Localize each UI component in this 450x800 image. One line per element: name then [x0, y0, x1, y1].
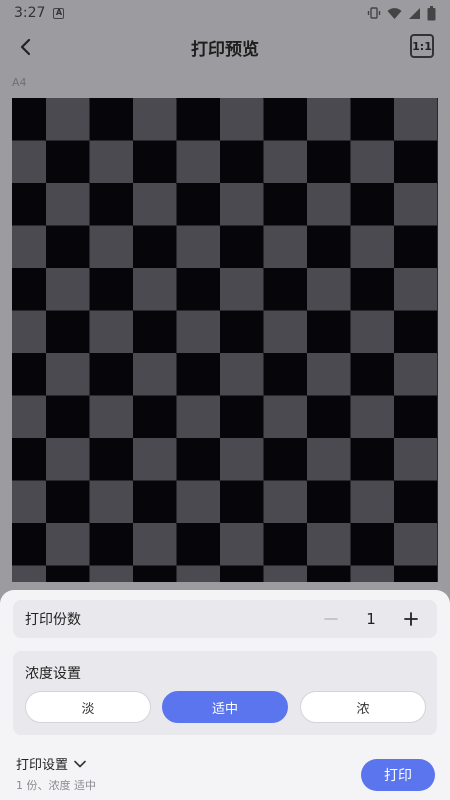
print-settings-summary: 1 份、浓度 适中 [16, 779, 96, 792]
status-icons [367, 5, 436, 21]
decrement-button[interactable] [317, 605, 345, 633]
copies-value: 1 [366, 610, 376, 628]
paper-size-label: A4 [12, 76, 27, 89]
battery-icon [427, 5, 436, 20]
ratio-toggle-button[interactable]: 1:1 [410, 34, 434, 58]
status-time: 3:27 [14, 5, 46, 21]
back-arrow-icon [20, 38, 31, 56]
vibrate-icon [367, 7, 381, 19]
wifi-icon [387, 7, 402, 19]
copies-label: 打印份数 [25, 612, 81, 628]
app-bar: 打印预览 1:1 [0, 26, 450, 68]
page-title: 打印预览 [191, 39, 259, 60]
density-option-dark[interactable]: 浓 [300, 691, 426, 723]
density-option-medium[interactable]: 适中 [162, 691, 288, 723]
print-settings-label: 打印设置 [16, 758, 69, 773]
density-option-light[interactable]: 淡 [25, 691, 151, 723]
plus-icon [404, 612, 418, 626]
print-button[interactable]: 打印 [361, 759, 435, 791]
minus-icon [324, 618, 338, 620]
notification-icon: A [53, 7, 65, 19]
increment-button[interactable] [397, 605, 425, 633]
status-bar: 3:27 A [0, 0, 450, 26]
back-button[interactable] [10, 32, 40, 62]
density-title: 浓度设置 [25, 666, 81, 682]
copies-stepper: 1 [317, 605, 425, 633]
density-panel: 浓度设置 淡 适中 浓 [13, 651, 437, 735]
signal-icon [409, 7, 420, 19]
print-settings-toggle[interactable]: 打印设置 [16, 754, 86, 773]
print-preview-image [12, 98, 438, 582]
chevron-down-icon [74, 760, 86, 767]
copies-row: 打印份数 1 [13, 600, 437, 638]
